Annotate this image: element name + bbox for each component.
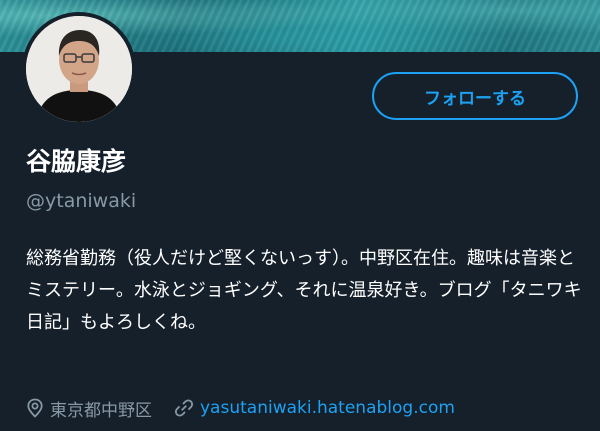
profile-handle: @ytaniwaki [26, 190, 137, 212]
profile-meta: 東京都中野区 yasutaniwaki.hatenablog.com [26, 394, 596, 422]
profile-location: 東京都中野区 [50, 400, 152, 421]
avatar[interactable] [22, 12, 136, 126]
profile-display-name: 谷脇康彦 [26, 147, 127, 176]
location-pin-icon [26, 398, 44, 418]
avatar-photo [26, 16, 132, 122]
profile-bio: 総務省勤務（役人だけど堅くないっす）。中野区在住。趣味は音楽とミステリー。水泳と… [26, 248, 582, 333]
follow-button[interactable]: フォローする [372, 72, 578, 120]
profile-website-link[interactable]: yasutaniwaki.hatenablog.com [200, 398, 455, 418]
link-icon [174, 398, 194, 418]
